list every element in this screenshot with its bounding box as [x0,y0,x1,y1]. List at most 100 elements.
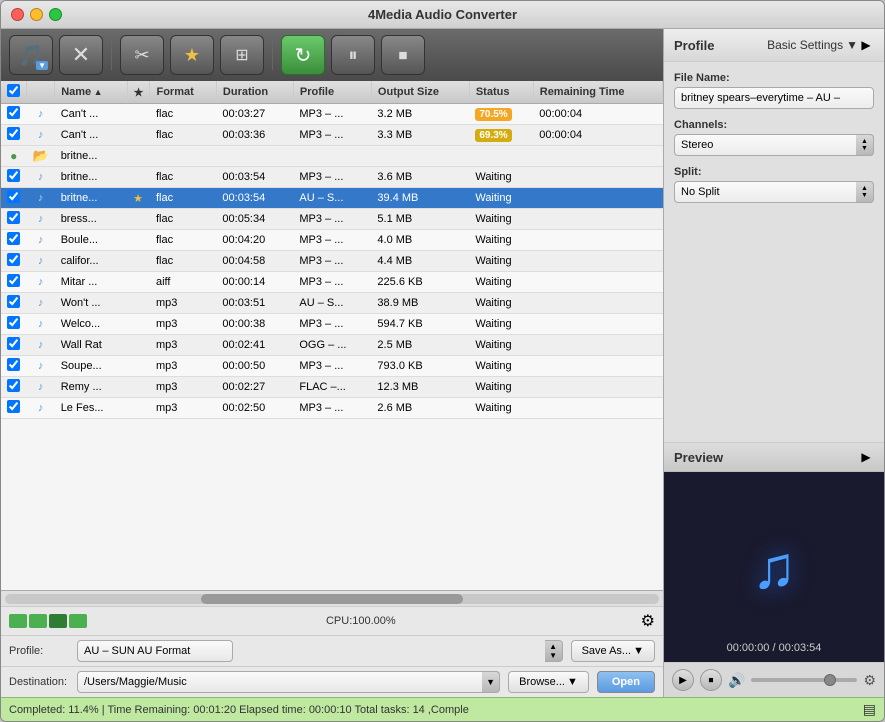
favorite-button[interactable]: ★ [170,35,214,75]
table-row[interactable]: ♪ Le Fes... mp3 00:02:50 MP3 – ... 2.6 M… [1,398,663,419]
close-button[interactable] [11,8,24,21]
profile-dropdown-arrow[interactable]: ▲▼ [545,640,563,662]
minimize-button[interactable] [30,8,43,21]
profile-tab[interactable]: Profile [674,38,767,53]
cell-name: Boule... [55,230,127,251]
row-checkbox[interactable] [7,295,20,308]
browse-button[interactable]: Browse... ▼ [508,671,589,693]
cell-format: flac [150,188,216,209]
table-row[interactable]: ♪ Soupe... mp3 00:00:50 MP3 – ... 793.0 … [1,356,663,377]
row-checkbox[interactable] [7,106,20,119]
scrollbar-thumb[interactable] [201,594,463,604]
row-checkbox[interactable] [7,253,20,266]
stop-player-button[interactable]: ⏹ [700,669,722,691]
split-select[interactable]: No Split By Size By Time [674,181,874,203]
convert-button[interactable]: ↻ [281,35,325,75]
cell-format: mp3 [150,314,216,335]
preview-expand-button[interactable]: ▶ [858,449,874,465]
table-row-folder[interactable]: ● 📂 britne... [1,146,663,167]
destination-input[interactable] [77,671,500,693]
row-checkbox[interactable] [7,127,20,140]
destination-dropdown-arrow[interactable]: ▼ [482,671,500,693]
open-button[interactable]: Open [597,671,655,693]
volume-icon[interactable]: 🔊 [728,672,745,689]
table-row[interactable]: ♪ Welco... mp3 00:00:38 MP3 – ... 594.7 … [1,314,663,335]
pause-button[interactable]: ⏸ [331,35,375,75]
row-checkbox[interactable] [7,337,20,350]
file-table-container[interactable]: Name ★ Format Duration Profile Output Si… [1,81,663,591]
basic-settings-button[interactable]: Basic Settings ▼ [767,38,858,52]
cell-profile: MP3 – ... [293,398,371,419]
channels-select-wrapper: Stereo Mono ▲▼ [674,134,874,156]
effect-button[interactable]: ⊞ [220,35,264,75]
row-checkbox[interactable] [7,316,20,329]
row-checkbox[interactable] [7,169,20,182]
col-format[interactable]: Format [150,81,216,104]
cell-name: Soupe... [55,356,127,377]
save-as-button[interactable]: Save As... ▼ [571,640,655,662]
table-row[interactable]: ♪ bress... flac 00:05:34 MP3 – ... 5.1 M… [1,209,663,230]
preview-music-note-icon: ♫ [752,533,797,602]
row-checkbox[interactable] [7,211,20,224]
add-button[interactable]: 🎵 ▼ [9,35,53,75]
settings-gear-icon[interactable]: ⚙ [641,611,655,631]
cell-name: Wall Rat [55,335,127,356]
table-row[interactable]: ♪ Can't ... flac 00:03:27 MP3 – ... 3.2 … [1,104,663,125]
table-row[interactable]: ♪ Wall Rat mp3 00:02:41 OGG – ... 2.5 MB… [1,335,663,356]
cell-name: Welco... [55,314,127,335]
table-row[interactable]: ♪ califor... flac 00:04:58 MP3 – ... 4.4… [1,251,663,272]
cell-remaining [533,209,662,230]
table-row[interactable]: ♪ Won't ... mp3 00:03:51 AU – S... 38.9 … [1,293,663,314]
file-name-input[interactable] [674,87,874,109]
table-header: Name ★ Format Duration Profile Output Si… [1,81,663,104]
cell-format: mp3 [150,293,216,314]
player-settings-icon[interactable]: ⚙ [863,672,876,689]
stop-button[interactable]: ⏹ [381,35,425,75]
col-remaining[interactable]: Remaining Time [533,81,662,104]
split-dropdown-arrow[interactable]: ▲▼ [856,181,874,203]
cell-status: Waiting [469,335,533,356]
table-row[interactable]: ♪ Remy ... mp3 00:02:27 FLAC –... 12.3 M… [1,377,663,398]
table-row[interactable]: ♪ Boule... flac 00:04:20 MP3 – ... 4.0 M… [1,230,663,251]
col-name[interactable]: Name [55,81,127,104]
row-checkbox[interactable] [7,190,20,203]
col-status[interactable]: Status [469,81,533,104]
main-content: 🎵 ▼ ✕ ✂ ★ ⊞ ↻ [1,29,884,697]
cell-remaining [533,293,662,314]
horizontal-scrollbar[interactable] [5,594,659,604]
maximize-button[interactable] [49,8,62,21]
cell-output-size: 225.6 KB [371,272,469,293]
select-all-checkbox[interactable] [7,84,20,97]
player-controls: ▶ ⏹ 🔊 ⚙ [664,662,884,697]
channels-dropdown-arrow[interactable]: ▲▼ [856,134,874,156]
cut-button[interactable]: ✂ [120,35,164,75]
col-output-size[interactable]: Output Size [371,81,469,104]
col-star[interactable]: ★ [127,81,150,104]
volume-slider[interactable] [751,678,857,682]
delete-button[interactable]: ✕ [59,35,103,75]
table-row[interactable]: ♪ Mitar ... aiff 00:00:14 MP3 – ... 225.… [1,272,663,293]
cell-name: Won't ... [55,293,127,314]
table-row[interactable]: ♪ Can't ... flac 00:03:36 MP3 – ... 3.3 … [1,125,663,146]
status-badge: 70.5% [475,108,511,121]
row-checkbox[interactable] [7,400,20,413]
row-checkbox[interactable] [7,274,20,287]
profile-select[interactable] [77,640,233,662]
table-row-selected[interactable]: ♪ britne... ★ flac 00:03:54 AU – S... 39… [1,188,663,209]
col-duration[interactable]: Duration [216,81,293,104]
channels-select[interactable]: Stereo Mono [674,134,874,156]
cell-name: bress... [55,209,127,230]
file-table: Name ★ Format Duration Profile Output Si… [1,81,663,419]
progress-block [49,614,67,628]
row-checkbox[interactable] [7,379,20,392]
cell-output-size: 3.2 MB [371,104,469,125]
convert-icon: ↻ [295,43,312,68]
col-profile[interactable]: Profile [293,81,371,104]
volume-thumb[interactable] [824,674,836,686]
table-row[interactable]: ♪ britne... flac 00:03:54 MP3 – ... 3.6 … [1,167,663,188]
row-checkbox[interactable] [7,358,20,371]
right-panel-expand-button[interactable]: ▶ [858,37,874,53]
status-details-icon[interactable]: ▤ [863,701,876,718]
row-checkbox[interactable] [7,232,20,245]
play-button[interactable]: ▶ [672,669,694,691]
